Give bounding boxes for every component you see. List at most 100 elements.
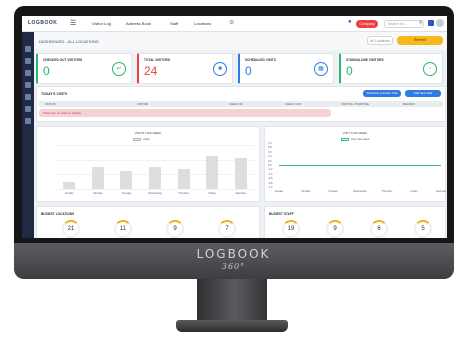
count-ring: 5 xyxy=(414,220,432,238)
stat-card-scheduled: SCHEDULED VISITS 0 ▦ xyxy=(238,53,334,84)
home-icon[interactable] xyxy=(25,46,31,52)
y-tick-label: 0.2 xyxy=(268,159,272,163)
panel-title: BUSIEST STAFF xyxy=(269,212,294,216)
visit-line-chart: VISIT THIS WEEK Over this week 1.0 0.8 0.6… xyxy=(264,126,446,202)
stat-value: 0 xyxy=(43,64,50,78)
series-line-segment xyxy=(414,165,441,166)
x-tick-label: Thursday xyxy=(381,190,393,193)
empty-alert: There are no visits to display. xyxy=(39,109,331,117)
stat-label: TOTAL VISITORS xyxy=(144,58,170,62)
avatar[interactable] xyxy=(436,19,444,27)
y-tick-label: 0.4 xyxy=(268,155,272,159)
chart-legend: Over this week xyxy=(341,137,370,141)
help-icon[interactable] xyxy=(25,118,31,124)
breadcrumb: DASHBOARD - ALL LOCATIONS xyxy=(39,39,99,44)
x-tick-label: Saturday xyxy=(235,192,246,195)
x-tick-label: Tuesday xyxy=(121,192,132,195)
bar xyxy=(234,158,247,189)
log-icon[interactable] xyxy=(25,58,31,64)
visits-title: TODAY'S VISITS xyxy=(41,92,68,96)
column-header[interactable]: CHECK IN xyxy=(229,102,242,106)
count-ring: 7 xyxy=(218,220,236,238)
y-tick-label: 1.0 xyxy=(268,142,272,145)
bar xyxy=(206,156,219,189)
count-value: 11 xyxy=(119,226,127,232)
monitor-stand xyxy=(197,279,267,325)
visits-table-header: STATUS VISITOR CHECK IN CHECK OUT VISITI… xyxy=(39,101,443,107)
menu-icon[interactable]: ☰ xyxy=(70,19,76,27)
count-ring: 9 xyxy=(166,220,184,238)
count-value: 21 xyxy=(67,226,75,232)
stat-card-checked-out: CHECKED OUT VISITORS 0 ↵ xyxy=(36,53,132,84)
count-ring: 21 xyxy=(62,220,80,238)
search-input[interactable]: Search for... xyxy=(384,20,424,28)
stat-label: SCHEDULED VISITS xyxy=(245,58,276,62)
count-ring: 9 xyxy=(326,220,344,238)
nav-visitor-log[interactable]: Visitor Log xyxy=(92,21,111,26)
x-tick-label: Sunday xyxy=(274,190,284,193)
column-header[interactable]: VISITING / PURPOSE xyxy=(341,102,369,106)
count-value: 9 xyxy=(333,226,337,232)
x-tick-label: Wednesday xyxy=(353,190,367,193)
grid-line xyxy=(55,159,255,161)
x-tick-label: Wednesday xyxy=(148,192,162,195)
series-line-segment xyxy=(306,165,333,166)
app-screen: LOGBOOK ☰ Visitor Log Address Book Staff… xyxy=(22,16,447,238)
bar xyxy=(91,167,104,189)
bar xyxy=(120,170,133,189)
grid-icon[interactable] xyxy=(428,20,434,26)
schedule-visit-button[interactable]: Schedule a Future Visit xyxy=(363,90,401,97)
stat-value: 24 xyxy=(144,64,158,78)
visits-week-chart: VISITS THIS WEEK Visits Sunday Monday Tues… xyxy=(36,126,260,202)
column-header[interactable]: CHECK OUT xyxy=(285,102,301,106)
busiest-locations-panel: BUSIEST LOCATIONS 21CLAREMONT11SAN ANSEL… xyxy=(36,206,260,238)
count-value: 9 xyxy=(173,226,177,232)
company-badge[interactable]: Company xyxy=(356,20,378,28)
legend-label: Visits xyxy=(143,137,150,141)
count-ring: 6 xyxy=(370,220,388,238)
x-tick-label: Saturday xyxy=(435,190,447,193)
bell-icon[interactable]: ● xyxy=(348,19,352,25)
column-header[interactable]: STATUS xyxy=(45,102,56,106)
x-tick-label: Tuesday xyxy=(328,190,338,193)
users-icon[interactable] xyxy=(25,82,31,88)
page-header: DASHBOARD - ALL LOCATIONS All Locations … xyxy=(34,32,447,50)
count-value: 7 xyxy=(225,226,229,232)
busiest-staff-panel: BUSIEST STAFF 19TOM NGUYEN9RYAN WHITE6EM… xyxy=(264,206,446,238)
legend-label: Over this week xyxy=(351,137,370,141)
standalone-icon: ▫ xyxy=(423,62,437,76)
stat-card-standalone: STANDALONE VISITORS 0 ▫ xyxy=(339,53,443,84)
legend-swatch xyxy=(341,137,349,141)
column-header[interactable]: REASON xyxy=(403,102,415,106)
book-icon[interactable] xyxy=(25,70,31,76)
grid-line xyxy=(55,189,255,190)
nav-address-book[interactable]: Address Book xyxy=(126,21,151,26)
legend-swatch xyxy=(133,137,141,141)
stat-label: STANDALONE VISITORS xyxy=(346,58,384,62)
series-line-segment xyxy=(360,165,387,166)
top-navbar: LOGBOOK ☰ Visitor Log Address Book Staff… xyxy=(22,16,447,32)
visitors-icon: ■ xyxy=(213,62,227,76)
y-tick-label: -0.6 xyxy=(268,177,273,181)
refresh-button[interactable]: Refresh xyxy=(397,36,443,45)
add-visit-button[interactable]: Add New Visit xyxy=(405,90,441,97)
nav-locations[interactable]: Locations xyxy=(194,21,211,26)
search-icon[interactable]: ⚲ xyxy=(419,20,423,26)
count-value: 19 xyxy=(287,226,295,232)
grid-line xyxy=(55,145,255,146)
bar xyxy=(177,169,190,189)
series-line-segment xyxy=(279,165,306,166)
column-header[interactable]: VISITOR xyxy=(137,102,148,106)
location-filter-select[interactable]: All Locations xyxy=(367,36,393,45)
app-logo[interactable]: LOGBOOK xyxy=(28,20,57,26)
monitor-base xyxy=(176,320,288,332)
bar xyxy=(63,181,76,189)
todays-visits-panel: TODAY'S VISITS Schedule a Future Visit A… xyxy=(36,86,446,122)
x-tick-label: Friday xyxy=(410,190,418,193)
settings-icon[interactable]: ⚙ xyxy=(229,19,234,26)
x-tick-label: Monday xyxy=(301,190,311,193)
settings-icon[interactable] xyxy=(25,106,31,112)
location-icon[interactable] xyxy=(25,94,31,100)
stat-card-total: TOTAL VISITORS 24 ■ xyxy=(137,53,233,84)
nav-staff[interactable]: Staff xyxy=(170,21,178,26)
